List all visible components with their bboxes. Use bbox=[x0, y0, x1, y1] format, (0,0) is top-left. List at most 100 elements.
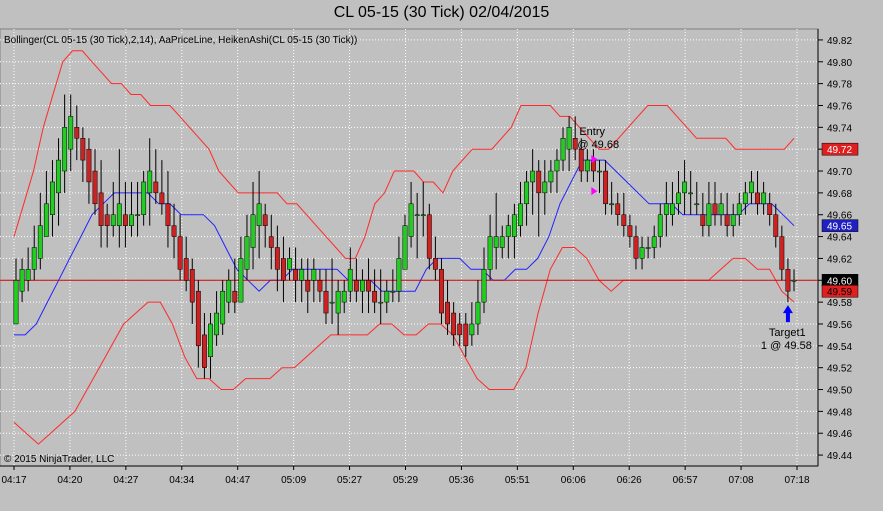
x-tick-label: 05:51 bbox=[505, 475, 530, 486]
candle-body-down bbox=[268, 236, 274, 248]
y-tick-label: 49.64 bbox=[827, 233, 852, 244]
candle-body-up bbox=[542, 181, 548, 194]
candle-body-up bbox=[420, 214, 426, 216]
candle-body-down bbox=[785, 269, 791, 292]
candle-body-down bbox=[451, 312, 457, 336]
candle-body-up bbox=[469, 323, 475, 336]
candle-body-down bbox=[98, 192, 104, 226]
candle-body-up bbox=[548, 170, 554, 183]
candle-body-up bbox=[651, 236, 657, 248]
y-tick-label: 49.68 bbox=[827, 189, 852, 200]
y-tick-label: 49.52 bbox=[827, 364, 852, 375]
candle-body-up bbox=[335, 290, 341, 314]
candle-body-down bbox=[615, 203, 621, 215]
candle-body-up bbox=[402, 225, 408, 270]
candle-body-down bbox=[445, 301, 450, 325]
candle-body-up bbox=[730, 214, 736, 226]
candle-body-up bbox=[560, 138, 566, 161]
candle-body-down bbox=[262, 214, 268, 226]
candle-body-down bbox=[317, 280, 323, 292]
copyright-label: © 2015 NinjaTrader, LLC bbox=[4, 454, 114, 465]
candle-body-down bbox=[700, 214, 706, 226]
y-tick-label: 49.62 bbox=[827, 254, 852, 265]
x-tick-label: 04:27 bbox=[113, 475, 138, 486]
candle-body-up bbox=[135, 214, 141, 216]
candle-body-down bbox=[432, 258, 438, 270]
x-tick-label: 05:29 bbox=[393, 475, 418, 486]
candle-body-up bbox=[688, 192, 694, 195]
y-tick-label: 49.58 bbox=[827, 298, 852, 309]
candle-body-down bbox=[92, 170, 98, 205]
x-tick-label: 04:34 bbox=[169, 475, 194, 486]
candle-body-down bbox=[536, 170, 542, 194]
candle-body-up bbox=[208, 323, 213, 358]
candle-body-down bbox=[712, 203, 718, 215]
candle-body-up bbox=[639, 247, 645, 259]
y-tick-label: 49.44 bbox=[827, 451, 852, 462]
entry-label: Entry bbox=[579, 126, 605, 138]
candle-body-up bbox=[147, 170, 153, 194]
candle-body-up bbox=[50, 181, 55, 215]
candle-body-up bbox=[244, 236, 250, 270]
entry-price-label: @ 49.68 bbox=[577, 139, 619, 151]
candle-body-up bbox=[37, 225, 43, 259]
candle-body-up bbox=[645, 247, 651, 249]
candle-body-up bbox=[396, 258, 402, 292]
candle-body-up bbox=[736, 203, 742, 215]
x-tick-label: 06:06 bbox=[561, 475, 586, 486]
target-label: Target1 bbox=[769, 327, 806, 339]
price-marker: 49.65 bbox=[821, 219, 859, 233]
candle-body-up bbox=[141, 181, 147, 215]
plot-area[interactable] bbox=[0, 28, 819, 467]
price-axis: 49.82 49.80 49.78 49.76 49.74 49.72 49.70 49.68… bbox=[818, 36, 852, 462]
candle-body-down bbox=[305, 280, 311, 292]
candle-body-up bbox=[414, 214, 420, 216]
candle-body-down bbox=[366, 280, 371, 292]
candle-body-up bbox=[609, 203, 615, 206]
candle-body-down bbox=[171, 225, 177, 237]
candle-body-up bbox=[220, 290, 226, 325]
chart-canvas[interactable]: Bollinger(CL 05-15 (30 Tick),2,14), AaPr… bbox=[0, 0, 883, 511]
candle-body-down bbox=[755, 192, 760, 205]
candle-body-up bbox=[554, 159, 560, 172]
candle-body-up bbox=[19, 269, 25, 292]
candle-body-up bbox=[287, 258, 292, 270]
candle-body-up bbox=[13, 280, 19, 325]
y-tick-label: 49.46 bbox=[827, 429, 852, 440]
candle-body-up bbox=[597, 170, 602, 173]
candle-body-up bbox=[749, 181, 754, 194]
y-tick-label: 49.76 bbox=[827, 101, 852, 112]
candle-body-down bbox=[201, 334, 207, 368]
candle-body-up bbox=[518, 203, 523, 226]
candle-body-up bbox=[256, 203, 262, 226]
x-tick-label: 06:57 bbox=[673, 475, 698, 486]
candle-body-down bbox=[457, 323, 463, 336]
candle-body-down bbox=[773, 214, 779, 237]
candle-body-down bbox=[372, 290, 378, 303]
candle-body-down bbox=[621, 214, 627, 226]
candle-body-down bbox=[323, 290, 329, 314]
candle-body-down bbox=[439, 269, 444, 314]
y-tick-label: 49.80 bbox=[827, 58, 852, 69]
candle-body-up bbox=[706, 203, 712, 226]
candle-body-down bbox=[86, 148, 92, 183]
candle-body-up bbox=[110, 214, 116, 226]
candle-body-down bbox=[159, 192, 165, 205]
candle-body-up bbox=[657, 214, 663, 237]
candle-body-down bbox=[80, 138, 86, 161]
candle-body-down bbox=[293, 269, 299, 281]
candle-body-up bbox=[116, 203, 122, 226]
candle-body-up bbox=[360, 280, 365, 292]
time-axis: 04:17 04:20 04:27 04:34 04:47 05:09 05:27 05:29… bbox=[0, 465, 818, 486]
candle-body-up bbox=[214, 312, 220, 336]
candle-body-up bbox=[682, 181, 688, 194]
candle-body-up bbox=[129, 214, 134, 226]
candle-body-up bbox=[791, 280, 797, 282]
candle-body-down bbox=[183, 258, 189, 281]
candle-body-up bbox=[299, 269, 305, 281]
candle-body-up bbox=[487, 236, 493, 270]
candle-body-up bbox=[378, 301, 384, 304]
x-tick-label: 05:09 bbox=[281, 475, 306, 486]
candle-body-up bbox=[505, 225, 511, 237]
price-marker: 49.72 bbox=[821, 142, 859, 156]
